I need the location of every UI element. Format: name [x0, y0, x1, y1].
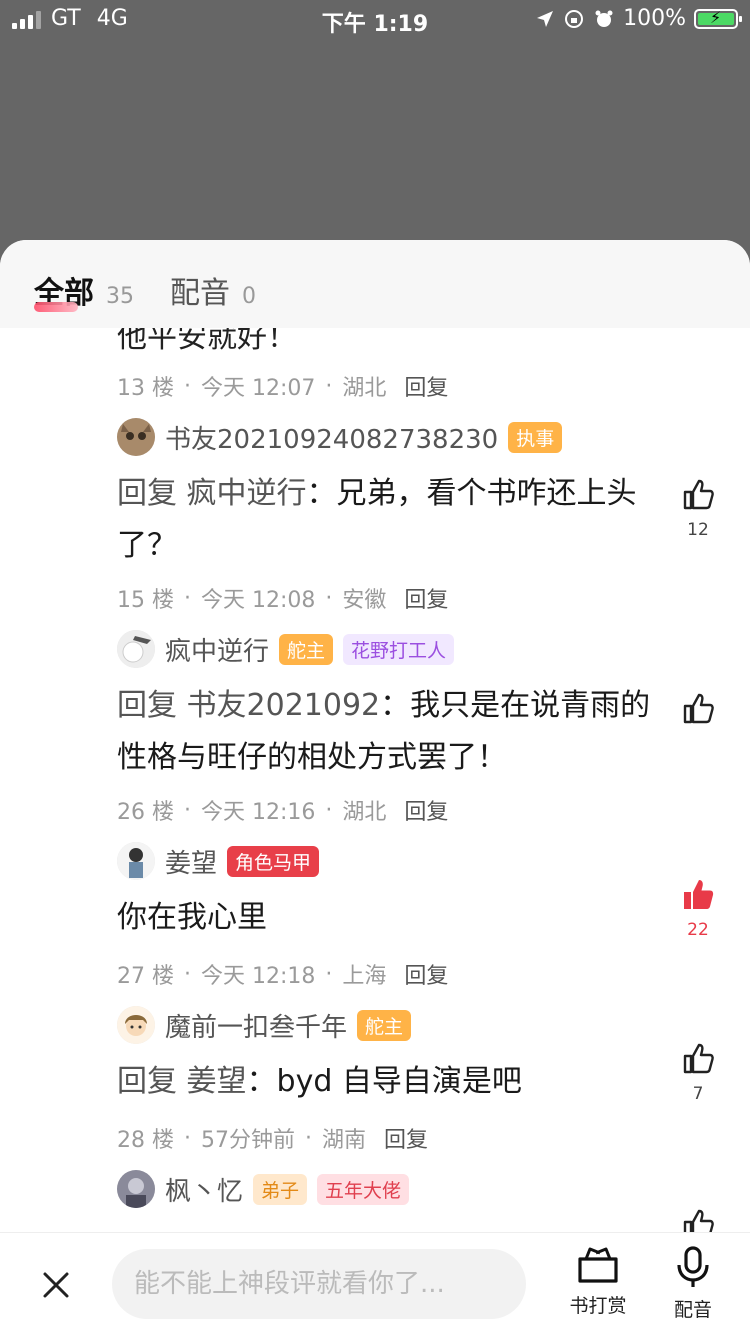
reply-button[interactable]: 回复	[404, 370, 448, 402]
gift-box-icon	[578, 1247, 618, 1283]
role-badge: 弟子	[253, 1173, 308, 1205]
location-arrow-icon	[537, 10, 554, 27]
tab-bar: 全部 35 配音 0	[0, 240, 750, 328]
time: 今天 12:08	[201, 588, 316, 613]
like-button[interactable]: 7	[676, 1042, 720, 1104]
like-count: 22	[687, 920, 709, 940]
comment-list[interactable]: 他平安就好！ 13 楼 · 今天 12:07 · 湖北 回复 书友202109240…	[0, 328, 750, 1232]
comment-meta: 26 楼 · 今天 12:16 · 湖北 回复	[117, 794, 448, 826]
tab-dubbing[interactable]: 配音 0	[170, 268, 256, 312]
comment-content[interactable]: 你在我心里	[117, 892, 657, 944]
floor: 27 楼	[117, 964, 174, 989]
floor: 13 楼	[117, 376, 174, 401]
comment-text: ：byd 自导自演是吧	[246, 1064, 522, 1099]
battery-percent: 100%	[623, 6, 686, 31]
username[interactable]: 枫丶忆	[165, 1171, 243, 1208]
time: 今天 12:07	[201, 376, 316, 401]
dub-label: 配音	[673, 1299, 712, 1321]
dub-button[interactable]: 配音	[661, 1245, 725, 1322]
reply-prefix: 回复 书友2021092	[117, 688, 381, 723]
tab-all-count: 35	[106, 284, 134, 309]
thumbs-up-icon	[683, 1043, 714, 1074]
comment-meta: 27 楼 · 今天 12:18 · 上海 回复	[117, 958, 448, 990]
status-right: 100% ⚡	[535, 6, 742, 31]
like-button[interactable]: 12	[676, 478, 720, 540]
time: 今天 12:16	[201, 800, 316, 825]
book-reward-label: 书打赏	[569, 1295, 627, 1317]
thumbs-up-icon	[683, 1209, 714, 1232]
username[interactable]: 魔前一扣叁千年	[165, 1007, 347, 1044]
status-bar: GT 4G 下午 1:19 100% ⚡	[0, 0, 750, 40]
comment-user[interactable]: 姜望 角色马甲	[117, 842, 320, 880]
thumbs-up-filled-icon	[684, 880, 714, 909]
floor: 28 楼	[117, 1128, 174, 1153]
comment-meta: 28 楼 · 57分钟前 · 湖南 回复	[117, 1122, 428, 1154]
username[interactable]: 疯中逆行	[165, 631, 269, 668]
like-count: 12	[687, 520, 709, 540]
avatar[interactable]	[117, 1170, 155, 1208]
comment-content[interactable]: 回复 疯中逆行：兄弟，看个书咋还上头了？	[117, 468, 657, 572]
floor: 15 楼	[117, 588, 174, 613]
title-badge: 五年大佬	[317, 1173, 410, 1205]
username[interactable]: 书友20210924082738230	[165, 419, 498, 456]
comment-user[interactable]: 书友20210924082738230 执事	[117, 418, 563, 456]
book-reward-button[interactable]: 书打赏	[566, 1245, 630, 1318]
role-badge: 执事	[508, 421, 563, 453]
location: 湖北	[342, 800, 387, 825]
reply-button[interactable]: 回复	[384, 1122, 428, 1154]
comment-meta: 13 楼 · 今天 12:07 · 湖北 回复	[117, 370, 448, 402]
tab-dubbing-count: 0	[242, 284, 256, 309]
location: 湖北	[342, 376, 387, 401]
comment-user[interactable]: 枫丶忆 弟子 五年大佬	[117, 1170, 410, 1208]
avatar[interactable]	[117, 630, 155, 668]
tab-dubbing-label: 配音	[170, 276, 230, 311]
time: 57分钟前	[201, 1128, 295, 1153]
avatar[interactable]	[117, 1006, 155, 1044]
like-button[interactable]	[676, 692, 720, 730]
reply-button[interactable]: 回复	[404, 582, 448, 614]
location: 安徽	[342, 588, 387, 613]
role-badge: 舵主	[357, 1009, 412, 1041]
reply-button[interactable]: 回复	[404, 794, 448, 826]
comment-user[interactable]: 魔前一扣叁千年 舵主	[117, 1006, 412, 1044]
reply-button[interactable]: 回复	[404, 958, 448, 990]
comment-input[interactable]: 能不能上神段评就看你了...	[112, 1249, 526, 1319]
comment-content[interactable]: 回复 书友2021092：我只是在说青雨的性格与旺仔的相处方式罢了！	[117, 680, 657, 784]
rotation-lock-icon	[565, 9, 584, 28]
tab-all[interactable]: 全部 35	[34, 268, 134, 312]
avatar[interactable]	[117, 418, 155, 456]
comment-input-bar: 能不能上神段评就看你了... 书打赏 配音	[0, 1232, 750, 1334]
floor: 26 楼	[117, 800, 174, 825]
title-badge: 花野打工人	[343, 633, 455, 665]
location: 湖南	[322, 1128, 367, 1153]
tab-active-indicator	[34, 302, 78, 312]
reply-prefix: 回复 姜望	[117, 1064, 247, 1099]
comment-text-partial: 他平安就好！	[117, 328, 297, 355]
thumbs-up-icon	[683, 693, 714, 724]
alarm-icon	[595, 10, 613, 27]
time: 今天 12:18	[201, 964, 316, 989]
comment-content[interactable]: 回复 姜望：byd 自导自演是吧	[117, 1056, 657, 1108]
reply-prefix: 回复 疯中逆行	[117, 476, 307, 511]
role-badge: 舵主	[279, 633, 334, 665]
thumbs-up-icon	[683, 479, 714, 510]
comment-text: 你在我心里	[117, 900, 267, 935]
comment-user[interactable]: 疯中逆行 舵主 花野打工人	[117, 630, 455, 668]
comment-meta: 15 楼 · 今天 12:08 · 安徽 回复	[117, 582, 448, 614]
like-button[interactable]: 22	[676, 878, 720, 940]
location: 上海	[342, 964, 387, 989]
avatar[interactable]	[117, 842, 155, 880]
battery-icon: ⚡	[694, 8, 742, 29]
like-count: 7	[692, 1084, 704, 1104]
role-badge: 角色马甲	[227, 845, 320, 877]
comments-sheet: 全部 35 配音 0 他平安就好！ 13 楼 · 今天 12:07 · 湖北 回复 …	[0, 240, 750, 1334]
username[interactable]: 姜望	[165, 843, 217, 880]
close-icon[interactable]	[40, 1269, 72, 1301]
microphone-icon	[677, 1246, 709, 1287]
like-button[interactable]	[676, 1208, 720, 1232]
